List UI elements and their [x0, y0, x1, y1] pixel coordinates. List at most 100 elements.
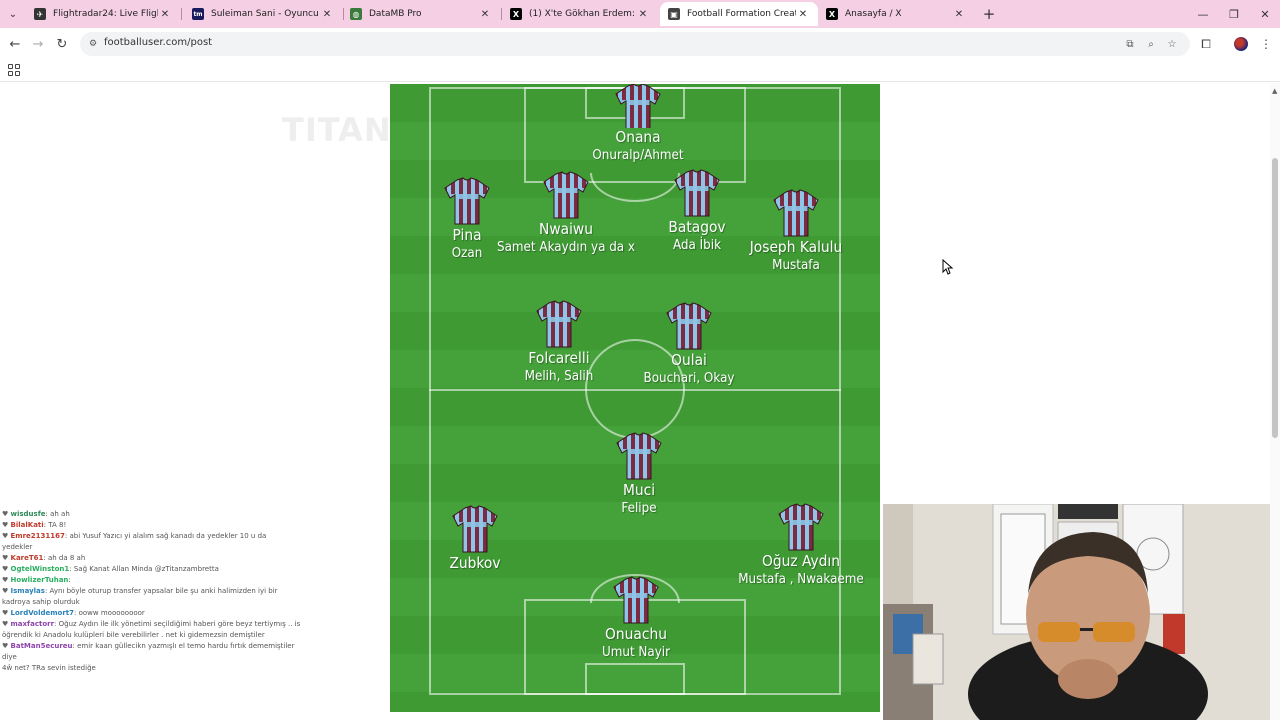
player-oguz-aydin[interactable]: Oğuz Aydın Mustafa , Nwakaeme	[721, 502, 880, 589]
chat-username: BatMan5ecureu	[10, 642, 73, 650]
mouse-cursor-icon	[942, 259, 954, 275]
chat-message: ♥ BilalKati: TA 8!	[0, 520, 300, 531]
tab-football-formation[interactable]: ▣ Football Formation Creator: Re ✕	[660, 2, 818, 26]
tab-close-icon[interactable]: ✕	[636, 7, 650, 21]
jersey-icon	[674, 169, 720, 217]
chat-message: ♥ wisdusfe: ah ah	[0, 509, 300, 520]
new-tab-icon[interactable]: +	[980, 5, 998, 23]
chat-text: : TA 8!	[43, 521, 67, 529]
tab-label: Suleiman Sani - Oyuncu profili	[211, 9, 320, 19]
chat-badge-icon: ♥	[2, 510, 11, 518]
chat-username: Emre2131167	[10, 532, 65, 540]
profile-avatar[interactable]	[1234, 37, 1248, 51]
jersey-icon	[616, 432, 662, 480]
back-icon[interactable]: ←	[5, 34, 25, 54]
datamb-favicon-icon: ◍	[350, 8, 362, 20]
chat-text: : Oğuz Aydın ile ilk yönetimi seçildiğim…	[54, 620, 300, 628]
zoom-icon[interactable]: ⌕	[1143, 37, 1159, 51]
chat-text: : ah ah	[45, 510, 70, 518]
apps-grid-icon[interactable]	[8, 64, 20, 76]
extensions-icon[interactable]: ⧠	[1196, 34, 1216, 54]
bookmark-star-icon[interactable]: ☆	[1164, 37, 1180, 51]
chat-message: kadroya sahip olurduk	[0, 597, 300, 608]
chat-message: yedekler	[0, 542, 300, 553]
address-bar[interactable]: ⚙ footballuser.com/post ⧉ ⌕ ☆	[80, 32, 1190, 56]
x-favicon-icon: X	[510, 8, 522, 20]
chat-text: :	[68, 576, 71, 584]
chat-username: OgtelWinston1	[10, 565, 70, 573]
tab-flightradar[interactable]: ✈ Flightradar24: Live Flight Tracker ✕	[26, 2, 180, 26]
reload-icon[interactable]: ↻	[52, 34, 72, 54]
tab-label: DataMB Pro	[369, 9, 422, 19]
forward-icon[interactable]: →	[28, 34, 48, 54]
player-zubkov[interactable]: Zubkov	[395, 504, 555, 573]
chat-text: : ooww moooooooor	[74, 609, 145, 617]
chat-badge-icon: ♥	[2, 587, 11, 595]
tab-label: Flightradar24: Live Flight Tracker	[53, 9, 158, 19]
tab-label: Football Formation Creator: Re	[687, 9, 796, 19]
chat-message: ♥ HowlizerTuhan:	[0, 575, 300, 586]
webcam-feed	[883, 504, 1280, 720]
page-content: TITAN Onana Onuralp/Ahmet Pina Ozan Nwai…	[0, 83, 1280, 720]
player-name: Onuachu	[605, 625, 667, 643]
chat-text: 4ŵ net? TRa sevin istediğe	[2, 664, 96, 672]
tab-strip: ⌄ ✈ Flightradar24: Live Flight Tracker ✕…	[0, 0, 1280, 28]
player-oulai[interactable]: Oulai Bouchari, Okay	[609, 301, 769, 388]
player-name: Zubkov	[449, 554, 501, 572]
tab-transfermarkt[interactable]: tm Suleiman Sani - Oyuncu profili ✕	[184, 2, 342, 26]
chat-username: LordVoldemort7	[10, 609, 75, 617]
close-window-icon[interactable]: ✕	[1250, 4, 1280, 24]
scrollbar-thumb[interactable]	[1272, 158, 1278, 438]
chat-username: BilalKati	[10, 521, 44, 529]
player-backup: Onuralp/Ahmet	[592, 148, 684, 163]
chat-text: yedekler	[2, 543, 33, 551]
streamer-webcam-image	[883, 504, 1280, 720]
chat-message: ♥ KareT61: ah da 8 ah	[0, 553, 300, 564]
chat-badge-icon: ♥	[2, 642, 11, 650]
tab-close-icon[interactable]: ✕	[952, 7, 966, 21]
player-onana[interactable]: Onana Onuralp/Ahmet	[558, 84, 718, 165]
stream-chat-overlay: ♥ wisdusfe: ah ah ♥ BilalKati: TA 8! ♥ Emr…	[0, 498, 300, 720]
tab-label: Anasayfa / X	[845, 9, 902, 19]
translate-icon[interactable]: ⧉	[1122, 37, 1138, 51]
minimize-icon[interactable]: —	[1188, 4, 1218, 24]
player-name: Joseph Kalulu	[749, 238, 843, 256]
chat-message: ♥ BatMan5ecureu: emir kaan güllecikn yaz…	[0, 641, 300, 652]
chat-badge-icon: ♥	[2, 565, 11, 573]
tab-close-icon[interactable]: ✕	[320, 7, 334, 21]
tab-close-icon[interactable]: ✕	[158, 7, 172, 21]
player-muci[interactable]: Muci Felipe	[559, 431, 719, 518]
jersey-icon	[613, 576, 659, 624]
chat-text: : abi Yusuf Yazıcı yi alalım sağ kanadı …	[64, 532, 267, 540]
chat-message: ♥ Emre2131167: abi Yusuf Yazıcı yi alalı…	[0, 531, 300, 542]
chat-username: maxfactorr	[10, 620, 55, 628]
x-favicon-icon: X	[826, 8, 838, 20]
tab-close-icon[interactable]: ✕	[796, 7, 810, 21]
site-info-icon[interactable]: ⚙	[86, 37, 100, 51]
tab-close-icon[interactable]: ✕	[478, 7, 492, 21]
player-kalulu[interactable]: Joseph Kalulu Mustafa	[716, 188, 876, 275]
chat-badge-icon: ♥	[2, 532, 11, 540]
tab-datamb[interactable]: ◍ DataMB Pro ✕	[342, 2, 500, 26]
chat-badge-icon: ♥	[2, 554, 11, 562]
jersey-icon	[536, 300, 582, 348]
restore-icon[interactable]: ❐	[1219, 4, 1249, 24]
player-name: Muci	[622, 481, 656, 499]
jersey-icon	[543, 171, 589, 219]
bottom-goal-box	[585, 663, 685, 695]
tab-search-icon[interactable]: ⌄	[4, 5, 22, 23]
tab-x-home[interactable]: X Anasayfa / X ✕	[818, 2, 974, 26]
football-pitch: Onana Onuralp/Ahmet Pina Ozan Nwaiwu Sam…	[390, 84, 880, 712]
browser-toolbar: ← → ↻ ⚙ footballuser.com/post ⧉ ⌕ ☆ ⧠ ⋮	[0, 28, 1280, 60]
menu-kebab-icon[interactable]: ⋮	[1256, 34, 1276, 54]
tab-x-gokhan[interactable]: X (1) X'te Gökhan Erdem: "hemen ✕	[502, 2, 658, 26]
player-onuachu[interactable]: Onuachu Umut Nayir	[556, 575, 716, 662]
chat-message	[0, 498, 300, 509]
chat-badge-icon: ♥	[2, 521, 11, 529]
chat-text: : Sağ Kanat Allan Minda @zTitanzambretta	[69, 565, 219, 573]
jersey-icon	[615, 84, 661, 128]
chat-message: ♥ LordVoldemort7: ooww moooooooor	[0, 608, 300, 619]
scroll-up-arrow-icon[interactable]: ▲	[1272, 87, 1277, 95]
chat-text: : emir kaan güllecikn yazmışlı el temo h…	[72, 642, 295, 650]
url-text[interactable]: footballuser.com/post	[104, 37, 212, 48]
